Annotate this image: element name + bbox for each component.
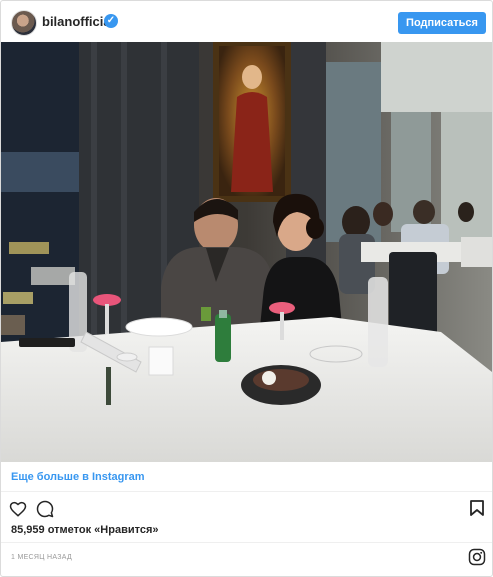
- more-on-instagram-link[interactable]: Еще больше в Instagram: [11, 471, 145, 483]
- divider: [1, 491, 492, 492]
- post-header: bilanofficial ✓ Подписаться: [1, 1, 492, 42]
- comment-icon[interactable]: [36, 500, 54, 518]
- follow-button[interactable]: Подписаться: [398, 12, 486, 34]
- likes-count[interactable]: 85,959 отметок «Нравится»: [11, 524, 159, 536]
- instagram-embed-card: bilanofficial ✓ Подписаться Еще больше в…: [0, 0, 493, 577]
- divider: [1, 542, 492, 543]
- instagram-icon[interactable]: [468, 548, 486, 566]
- bookmark-icon[interactable]: [470, 500, 484, 516]
- verified-badge-icon: ✓: [104, 14, 118, 28]
- post-timestamp: 1 МЕСЯЦ НАЗАД: [11, 554, 72, 561]
- post-photo[interactable]: [1, 42, 492, 462]
- heart-icon[interactable]: [9, 500, 27, 518]
- avatar[interactable]: [11, 10, 37, 36]
- restaurant-photo-illustration: [1, 42, 492, 462]
